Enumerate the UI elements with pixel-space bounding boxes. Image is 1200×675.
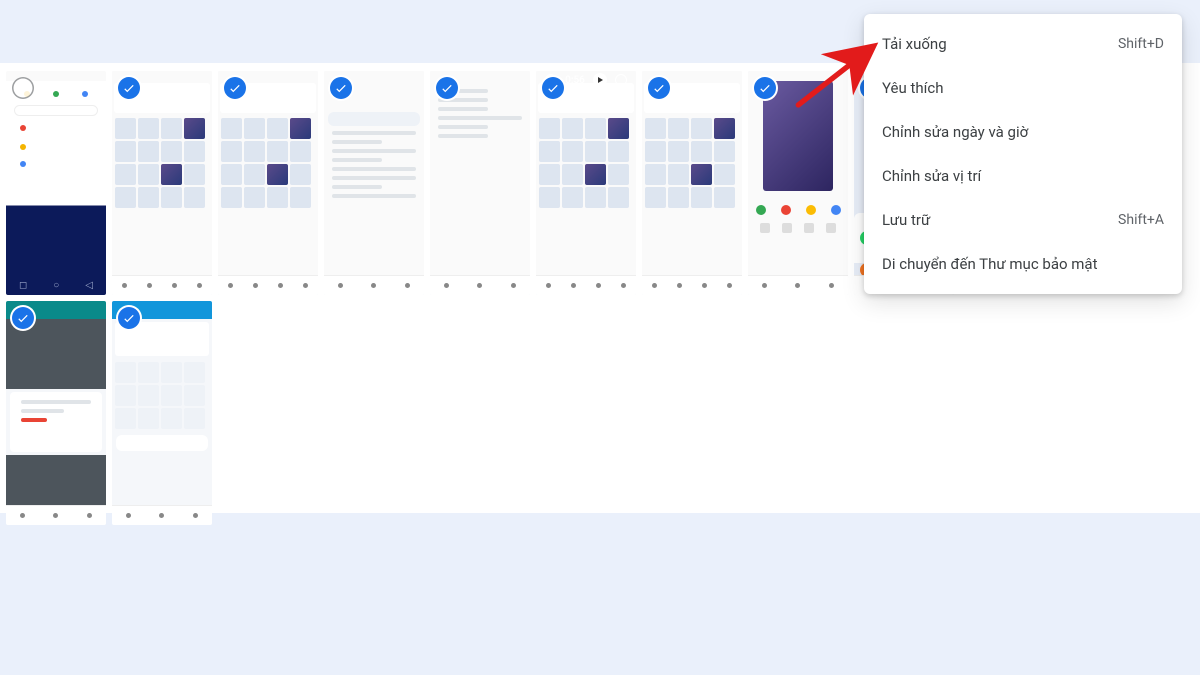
photo-thumbnail[interactable]: 0:56 xyxy=(536,71,636,295)
selected-check-icon[interactable] xyxy=(436,77,458,99)
menu-item-3[interactable]: Chỉnh sửa vị trí xyxy=(864,154,1182,198)
menu-item-label: Di chuyển đến Thư mục bảo mật xyxy=(882,255,1097,273)
menu-item-2[interactable]: Chỉnh sửa ngày và giờ xyxy=(864,110,1182,154)
menu-item-label: Yêu thích xyxy=(882,79,943,97)
photo-thumbnail[interactable] xyxy=(112,71,212,295)
photo-thumbnail[interactable] xyxy=(430,71,530,295)
menu-item-label: Chỉnh sửa vị trí xyxy=(882,167,981,185)
selected-check-icon[interactable] xyxy=(648,77,670,99)
menu-item-label: Chỉnh sửa ngày và giờ xyxy=(882,123,1028,141)
video-duration: 0:56 xyxy=(565,75,585,86)
menu-item-shortcut: Shift+A xyxy=(1118,212,1164,228)
selected-check-icon[interactable] xyxy=(224,77,246,99)
photo-thumbnail[interactable]: ◻○◁ xyxy=(6,71,106,295)
photo-thumbnail[interactable] xyxy=(324,71,424,295)
magnify-icon xyxy=(615,74,627,86)
menu-item-0[interactable]: Tải xuống Shift+D xyxy=(864,22,1182,66)
photo-thumbnail[interactable] xyxy=(112,301,212,525)
photo-thumbnail[interactable] xyxy=(6,301,106,525)
menu-item-shortcut: Shift+D xyxy=(1118,36,1164,52)
menu-item-label: Tải xuống xyxy=(882,35,947,53)
selected-check-icon[interactable] xyxy=(12,307,34,329)
context-menu: Tải xuống Shift+D Yêu thích Chỉnh sửa ngày … xyxy=(864,14,1182,294)
grid-row xyxy=(6,301,1194,525)
unselected-check-icon[interactable] xyxy=(12,77,34,99)
menu-item-5[interactable]: Di chuyển đến Thư mục bảo mật xyxy=(864,242,1182,286)
menu-item-4[interactable]: Lưu trữ Shift+A xyxy=(864,198,1182,242)
selected-check-icon[interactable] xyxy=(330,77,352,99)
selected-check-icon[interactable] xyxy=(118,307,140,329)
photo-thumbnail[interactable] xyxy=(748,71,848,295)
photo-thumbnail[interactable] xyxy=(642,71,742,295)
selected-check-icon[interactable] xyxy=(754,77,776,99)
photo-thumbnail[interactable] xyxy=(218,71,318,295)
play-icon xyxy=(593,73,607,87)
menu-item-label: Lưu trữ xyxy=(882,211,930,229)
selected-check-icon[interactable] xyxy=(118,77,140,99)
menu-item-1[interactable]: Yêu thích xyxy=(864,66,1182,110)
selected-check-icon[interactable] xyxy=(542,77,564,99)
